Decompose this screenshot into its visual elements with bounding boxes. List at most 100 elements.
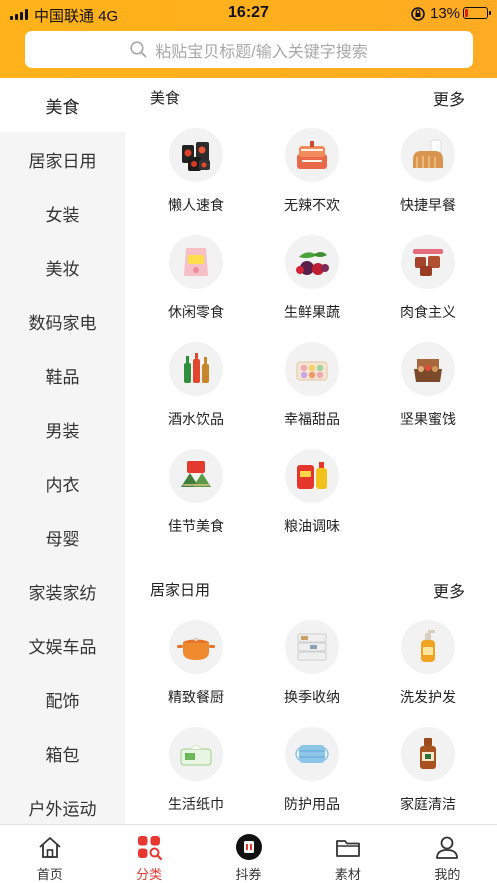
category-item-label: 无辣不欢: [284, 197, 340, 213]
bottom-tab-bar: 首页 分类 抖券 素材 我的: [0, 824, 497, 883]
top-header: 中国联通 4G 16:27 13% 粘贴宝贝标题/输入关键字搜索: [0, 0, 497, 78]
category-grid: 懒人速食 无辣不欢 快捷早餐休闲零食 生鲜果蔬 肉食主义酒水饮品 幸福甜品 坚果蜜饯佳节美食…: [125, 112, 497, 540]
sidebar-item[interactable]: 箱包: [0, 726, 125, 780]
sidebar-item[interactable]: 美食: [0, 78, 125, 132]
sidebar-item[interactable]: 数码家电: [0, 294, 125, 348]
category-item[interactable]: 换季收纳: [254, 604, 370, 711]
category-item-label: 粮油调味: [284, 518, 340, 534]
search-icon: [130, 41, 147, 58]
battery-percentage: 13%: [430, 5, 461, 22]
battery-icon: [463, 7, 491, 19]
category-item[interactable]: 坚果蜜饯: [370, 326, 486, 433]
category-item-label: 坚果蜜饯: [400, 411, 456, 427]
category-item-label: 换季收纳: [284, 689, 340, 705]
sidebar-item[interactable]: 内衣: [0, 456, 125, 510]
tissue-pack-image: [169, 727, 223, 781]
tab-label: 首页: [36, 867, 63, 882]
instant-noodles-image: [169, 128, 223, 182]
douyin-coupon-icon: [235, 834, 262, 860]
category-item-label: 生活纸巾: [168, 796, 224, 812]
category-item[interactable]: 懒人速食: [138, 112, 254, 219]
category-item-label: 洗发护发: [400, 689, 456, 705]
folder-icon: [336, 840, 360, 857]
cooking-pot-image: [169, 620, 223, 674]
tab-item[interactable]: 素材: [298, 825, 397, 883]
bread-milk-image: [401, 128, 455, 182]
nut-box-image: [401, 342, 455, 396]
status-bar: 中国联通 4G 16:27 13%: [0, 0, 497, 28]
category-item[interactable]: 幸福甜品: [254, 326, 370, 433]
category-item[interactable]: 休闲零食: [138, 219, 254, 326]
category-sidebar: 美食 居家日用 女装 美妆 数码家电 鞋品 男装 内衣 母婴 家装家纺 文娱车品 配饰 箱包 户外运动: [0, 78, 125, 824]
tab-label: 分类: [136, 867, 163, 882]
category-item-label: 酒水饮品: [168, 411, 224, 427]
sidebar-item[interactable]: 鞋品: [0, 348, 125, 402]
more-link[interactable]: 更多: [433, 86, 465, 110]
tab-item[interactable]: 分类: [99, 825, 198, 883]
category-item-label: 精致餐厨: [168, 689, 224, 705]
category-item-label: 家庭清洁: [400, 796, 456, 812]
drink-bottles-image: [169, 342, 223, 396]
category-item-label: 佳节美食: [168, 518, 224, 534]
category-item-label: 防护用品: [284, 796, 340, 812]
category-item[interactable]: 家庭清洁: [370, 711, 486, 818]
disinfectant-bottle-image: [401, 727, 455, 781]
category-item-label: 幸福甜品: [284, 411, 340, 427]
category-item[interactable]: 肉食主义: [370, 219, 486, 326]
tab-item[interactable]: 抖券: [199, 825, 298, 883]
category-item[interactable]: 酒水饮品: [138, 326, 254, 433]
sidebar-item[interactable]: 男装: [0, 402, 125, 456]
rotation-lock-icon: [411, 7, 425, 21]
category-item-label: 生鲜果蔬: [284, 304, 340, 320]
category-item-label: 快捷早餐: [400, 197, 456, 213]
profile-icon: [436, 836, 459, 859]
sidebar-item[interactable]: 母婴: [0, 510, 125, 564]
home-icon: [39, 837, 61, 858]
section-title: 美食: [150, 90, 181, 107]
rice-oil-image: [285, 449, 339, 503]
category-item[interactable]: 防护用品: [254, 711, 370, 818]
search-placeholder: 粘贴宝贝标题/输入关键字搜索: [155, 43, 368, 61]
sidebar-item[interactable]: 配饰: [0, 672, 125, 726]
spicy-meat-image: [285, 128, 339, 182]
shampoo-bottle-image: [401, 620, 455, 674]
sidebar-item[interactable]: 女装: [0, 186, 125, 240]
tab-label: 素材: [334, 867, 361, 882]
category-item[interactable]: 佳节美食: [138, 433, 254, 540]
more-link[interactable]: 更多: [433, 578, 465, 602]
sidebar-item[interactable]: 美妆: [0, 240, 125, 294]
category-item[interactable]: 精致餐厨: [138, 604, 254, 711]
sidebar-item[interactable]: 居家日用: [0, 132, 125, 186]
category-item-label: 休闲零食: [168, 304, 224, 320]
search-bar[interactable]: 粘贴宝贝标题/输入关键字搜索: [25, 31, 473, 68]
tab-label: 我的: [434, 867, 461, 882]
braised-meat-image: [401, 235, 455, 289]
category-item[interactable]: 快捷早餐: [370, 112, 486, 219]
sidebar-item[interactable]: 户外运动: [0, 780, 125, 824]
storage-drawers-image: [285, 620, 339, 674]
category-item[interactable]: 无辣不欢: [254, 112, 370, 219]
tab-label: 抖券: [235, 867, 262, 882]
category-content: 美食 更多 懒人速食 无辣不欢 快捷早餐 休闲零食 生鲜果蔬 肉食主义 酒水饮品 幸福甜品 坚果蜜饯…: [125, 78, 497, 824]
category-item[interactable]: 粮油调味: [254, 433, 370, 540]
category-item[interactable]: 洗发护发: [370, 604, 486, 711]
snack-bag-image: [169, 235, 223, 289]
sidebar-item[interactable]: 文娱车品: [0, 618, 125, 672]
tab-item[interactable]: 首页: [0, 825, 99, 883]
section-title: 居家日用: [150, 582, 211, 599]
tab-item[interactable]: 我的: [398, 825, 497, 883]
category-item-label: 肉食主义: [400, 304, 456, 320]
category-item[interactable]: 生鲜果蔬: [254, 219, 370, 326]
sidebar-item[interactable]: 家装家纺: [0, 564, 125, 618]
category-item[interactable]: 生活纸巾: [138, 711, 254, 818]
category-grid: 精致餐厨 换季收纳 洗发护发生活纸巾 防护用品 家庭清洁: [125, 604, 497, 818]
face-mask-image: [285, 727, 339, 781]
category-item-label: 懒人速食: [168, 197, 224, 213]
zongzi-image: [169, 449, 223, 503]
category-icon: [138, 836, 163, 861]
fruits-image: [285, 235, 339, 289]
macaron-box-image: [285, 342, 339, 396]
section-header: 美食 更多: [125, 78, 497, 112]
section-header: 居家日用 更多: [125, 570, 497, 604]
